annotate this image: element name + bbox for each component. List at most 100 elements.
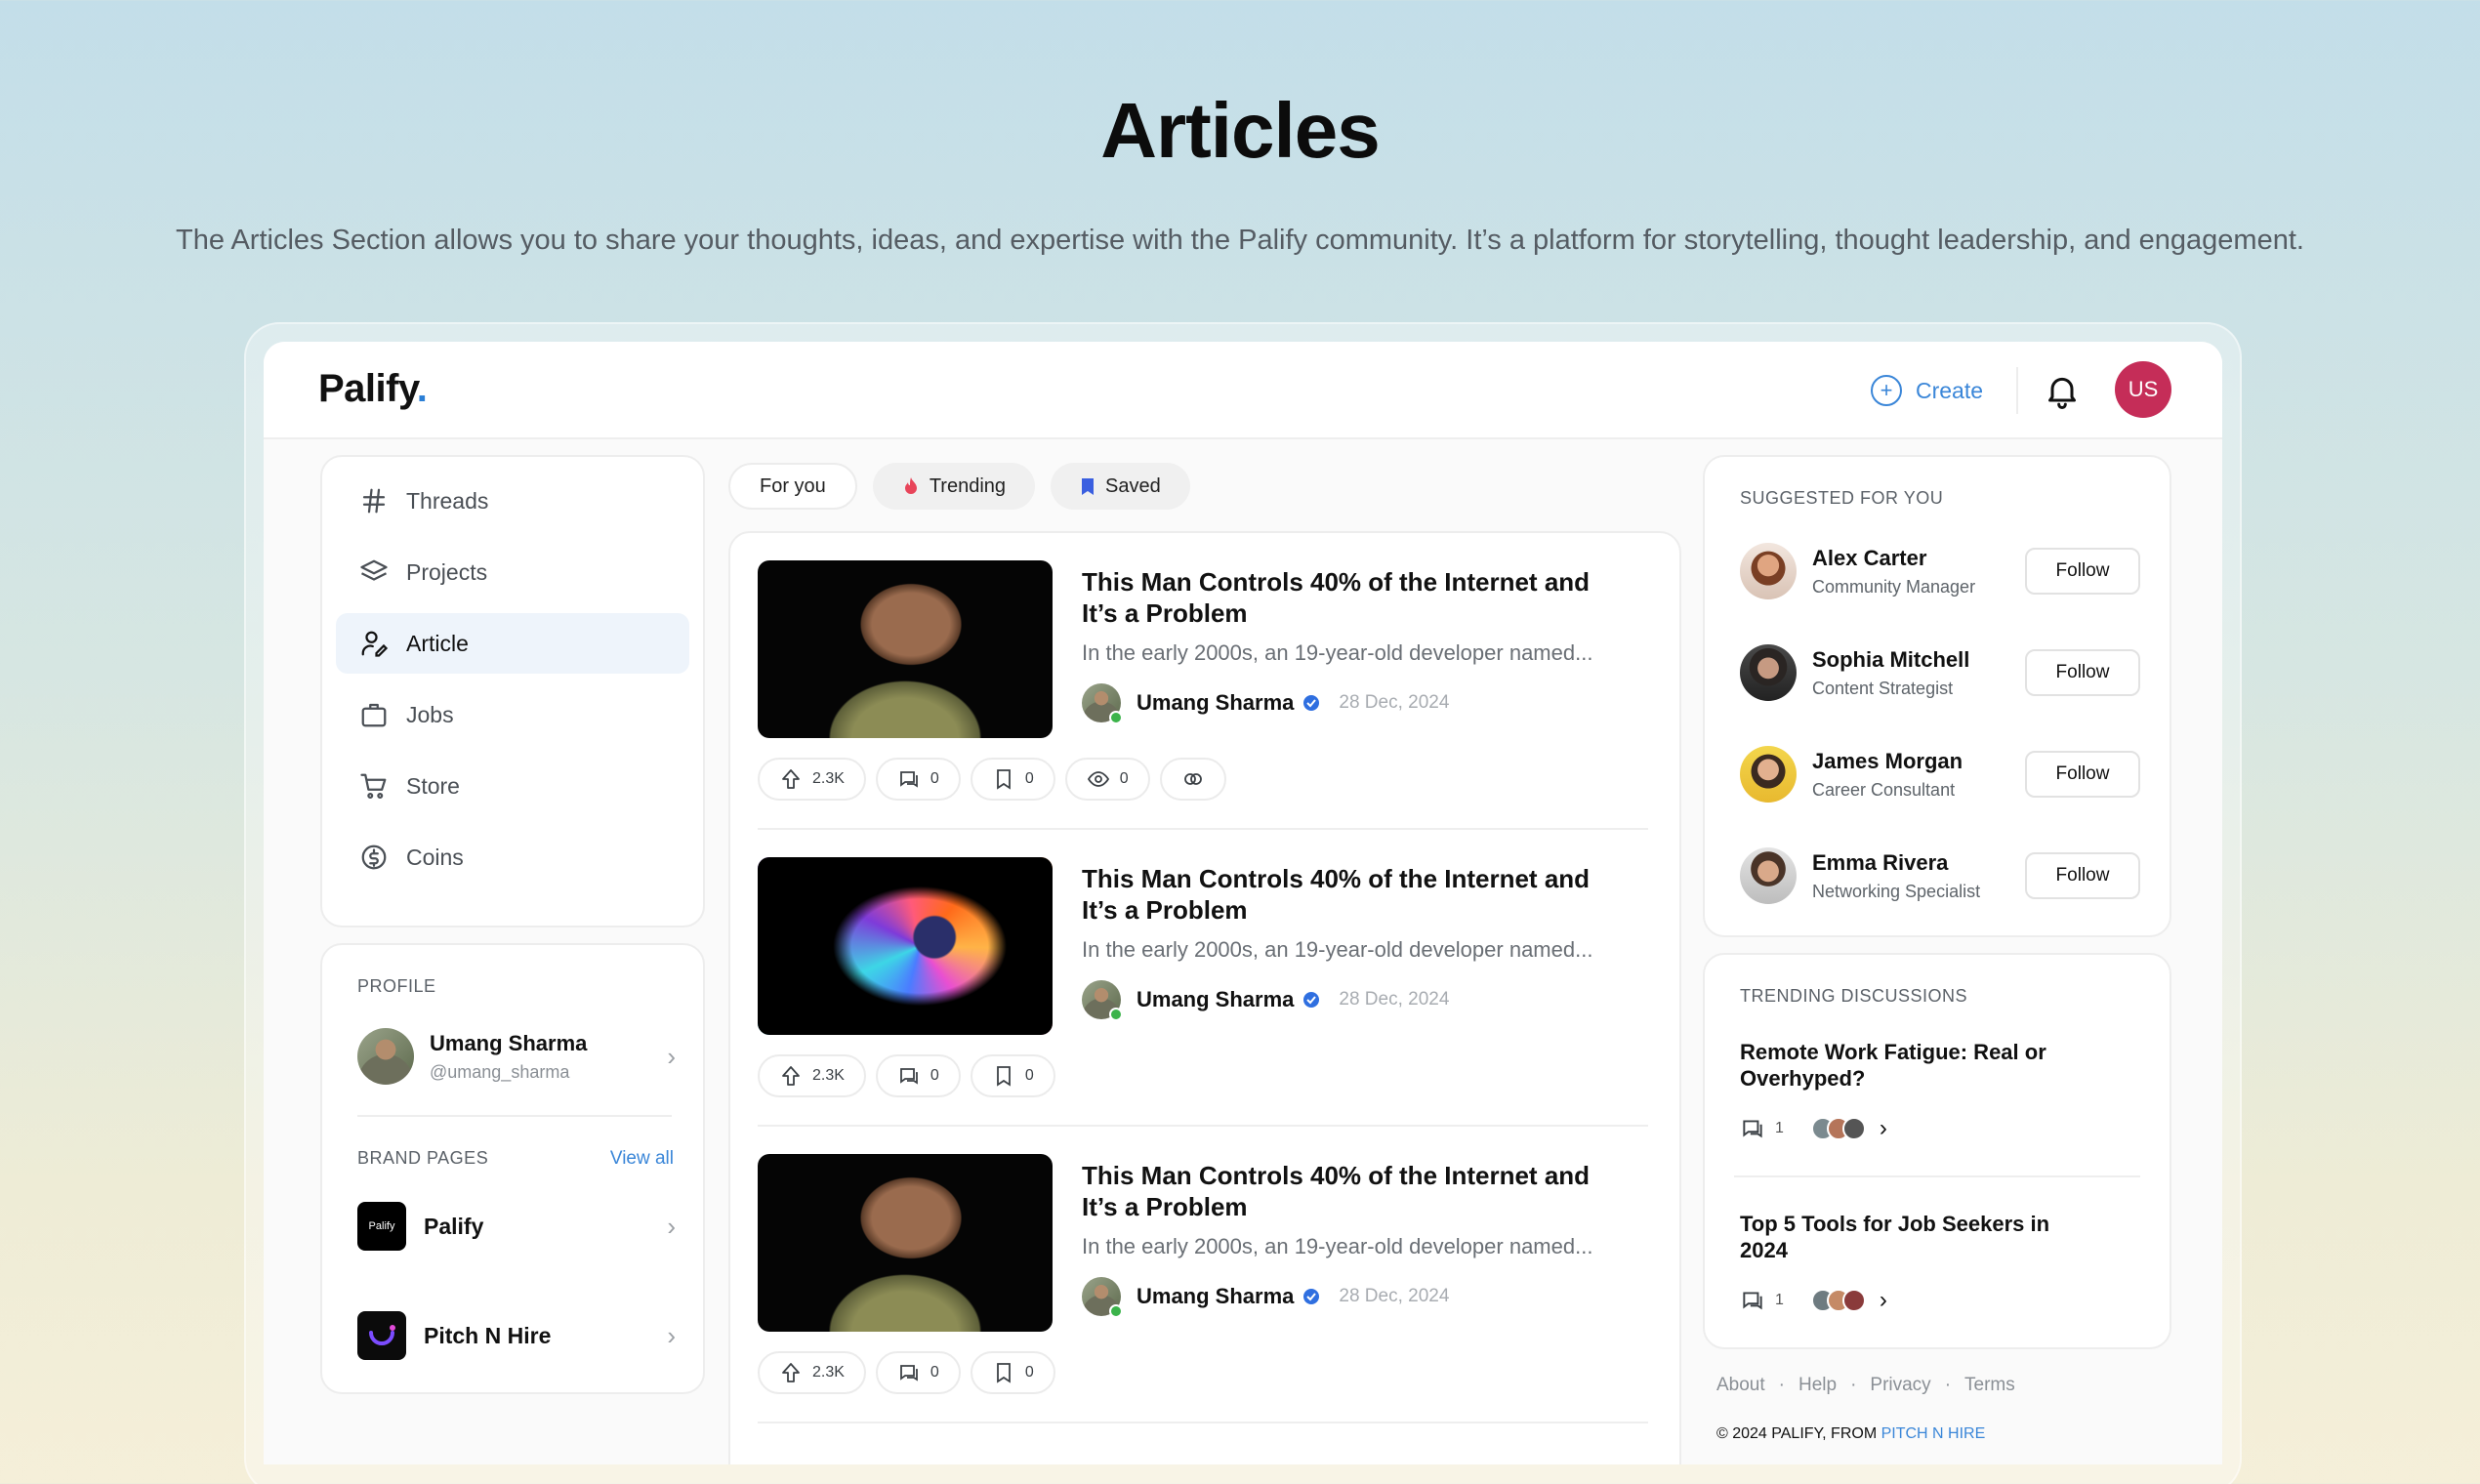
tab-trending[interactable]: Trending xyxy=(872,463,1036,510)
article-author[interactable]: Umang Sharma 28 Dec, 2024 xyxy=(1082,681,1449,724)
article-author[interactable]: Umang Sharma 28 Dec, 2024 xyxy=(1082,978,1449,1021)
comment-button[interactable]: 0 xyxy=(875,1351,961,1394)
pitch-n-hire-link[interactable]: PITCH N HIRE xyxy=(1881,1425,1986,1442)
sidebar-item-projects[interactable]: Projects xyxy=(336,542,689,602)
smile-logo-icon xyxy=(369,1325,395,1345)
article-thumbnail[interactable] xyxy=(758,560,1053,738)
footer-link-terms[interactable]: Terms xyxy=(1964,1375,2015,1396)
palify-logo[interactable]: Palify. xyxy=(318,367,428,411)
page-description: The Articles Section allows you to share… xyxy=(176,225,2304,256)
author-name: Umang Sharma xyxy=(1137,987,1295,1011)
avatar[interactable] xyxy=(1740,746,1797,803)
article-card[interactable]: This Man Controls 40% of the Internet an… xyxy=(758,533,1648,830)
copyright-text: © 2024 PALIFY, FROM xyxy=(1716,1425,1881,1442)
tab-for-you[interactable]: For you xyxy=(728,463,857,510)
online-indicator xyxy=(1109,711,1123,724)
sidebar-item-coins[interactable]: Coins xyxy=(336,827,689,887)
comment-icon xyxy=(900,771,918,788)
follow-button[interactable]: Follow xyxy=(2025,548,2140,595)
article-card[interactable]: This Man Controls 40% of the Internet an… xyxy=(758,830,1648,1127)
suggested-person: Sophia Mitchell Content Strategist Follow xyxy=(1740,639,2140,707)
hash-icon xyxy=(362,488,386,514)
separator: · xyxy=(1850,1375,1857,1395)
sidebar-item-threads[interactable]: Threads xyxy=(336,471,689,531)
author-name: Umang Sharma xyxy=(1137,690,1295,715)
online-indicator xyxy=(1109,1304,1123,1318)
profile-card: PROFILE Umang Sharma @umang_sharma › BRA… xyxy=(320,943,705,1394)
bookmark-icon xyxy=(996,1363,1011,1383)
save-button[interactable]: 0 xyxy=(970,758,1055,801)
footer-link-about[interactable]: About xyxy=(1716,1375,1765,1396)
tab-label: Saved xyxy=(1105,474,1161,497)
arrow-up-icon xyxy=(782,1363,800,1382)
upvote-button[interactable]: 2.3K xyxy=(758,1351,866,1394)
tab-label: Trending xyxy=(929,474,1007,497)
avatar[interactable] xyxy=(1740,543,1797,599)
article-excerpt: In the early 2000s, an 19-year-old devel… xyxy=(1082,937,1593,962)
app-window: Palify. + Create US Threads Projects Art… xyxy=(264,342,2222,1464)
avatar xyxy=(1841,1117,1866,1140)
article-thumbnail[interactable] xyxy=(758,857,1053,1035)
chevron-right-icon[interactable]: › xyxy=(1880,1115,1887,1142)
follow-button[interactable]: Follow xyxy=(2025,852,2140,899)
layers-icon xyxy=(360,559,388,581)
person-name[interactable]: Emma Rivera xyxy=(1812,850,1980,876)
article-actions: 2.3K 0 0 xyxy=(758,1054,1055,1097)
tab-saved[interactable]: Saved xyxy=(1051,463,1190,510)
sidebar-item-store[interactable]: Store xyxy=(336,756,689,816)
create-button[interactable]: + Create xyxy=(1871,371,1983,410)
sidebar-item-article[interactable]: Article xyxy=(336,613,689,674)
follow-button[interactable]: Follow xyxy=(2025,751,2140,798)
view-all-link[interactable]: View all xyxy=(610,1148,674,1170)
cart-icon xyxy=(360,773,387,799)
article-card[interactable]: This Man Controls 40% of the Internet an… xyxy=(758,1127,1648,1423)
chevron-right-icon[interactable]: › xyxy=(1880,1287,1887,1314)
bell-icon[interactable] xyxy=(2043,371,2082,410)
save-button[interactable]: 0 xyxy=(970,1351,1055,1394)
avatar xyxy=(357,1028,414,1085)
article-feed: This Man Controls 40% of the Internet an… xyxy=(728,531,1681,1464)
user-avatar[interactable]: US xyxy=(2115,361,2171,418)
article-author[interactable]: Umang Sharma 28 Dec, 2024 xyxy=(1082,1275,1449,1318)
person-name[interactable]: Sophia Mitchell xyxy=(1812,647,1969,673)
comment-icon xyxy=(900,1068,918,1085)
online-indicator xyxy=(1109,1008,1123,1021)
comment-button[interactable]: 0 xyxy=(875,758,961,801)
comment-icon xyxy=(1743,1120,1762,1138)
upvote-button[interactable]: 2.3K xyxy=(758,1054,866,1097)
sidebar-item-jobs[interactable]: Jobs xyxy=(336,684,689,745)
views-button[interactable]: 0 xyxy=(1064,758,1150,801)
share-link-button[interactable] xyxy=(1159,758,1226,801)
article-date: 28 Dec, 2024 xyxy=(1339,1286,1450,1306)
footer-link-help[interactable]: Help xyxy=(1798,1375,1837,1396)
article-thumbnail[interactable] xyxy=(758,1154,1053,1332)
brand-row-palify[interactable]: Palify Palify › xyxy=(357,1201,676,1252)
follow-button[interactable]: Follow xyxy=(2025,649,2140,696)
avatar[interactable] xyxy=(1740,847,1797,904)
suggested-person: James Morgan Career Consultant Follow xyxy=(1740,740,2140,808)
person-role: Community Manager xyxy=(1812,576,1976,597)
sidebar-item-label: Coins xyxy=(406,844,464,870)
fire-icon xyxy=(904,477,917,494)
footer-link-privacy[interactable]: Privacy xyxy=(1870,1375,1930,1396)
article-title[interactable]: This Man Controls 40% of the Internet an… xyxy=(1082,566,1629,629)
discussion-title[interactable]: Top 5 Tools for Job Seekers in 2024 xyxy=(1740,1211,2091,1263)
discussion-title[interactable]: Remote Work Fatigue: Real or Overhyped? xyxy=(1740,1039,2091,1092)
profile-row[interactable]: Umang Sharma @umang_sharma › xyxy=(357,1027,676,1086)
avatar[interactable] xyxy=(1740,644,1797,701)
article-title[interactable]: This Man Controls 40% of the Internet an… xyxy=(1082,863,1629,926)
person-name[interactable]: James Morgan xyxy=(1812,749,1963,774)
brand-name: Pitch N Hire xyxy=(424,1322,552,1348)
profile-handle: @umang_sharma xyxy=(430,1061,570,1082)
avatar xyxy=(1082,1277,1123,1318)
article-title[interactable]: This Man Controls 40% of the Internet an… xyxy=(1082,1160,1629,1222)
brand-row-pitch-n-hire[interactable]: Pitch N Hire › xyxy=(357,1310,676,1361)
person-name[interactable]: Alex Carter xyxy=(1812,546,1975,571)
view-count: 0 xyxy=(1119,770,1129,787)
upvote-button[interactable]: 2.3K xyxy=(758,758,866,801)
suggested-label: SUGGESTED FOR YOU xyxy=(1740,488,1944,508)
create-label: Create xyxy=(1916,377,1984,403)
save-button[interactable]: 0 xyxy=(970,1054,1055,1097)
comment-button[interactable]: 0 xyxy=(875,1054,961,1097)
sidebar-item-label: Store xyxy=(406,772,460,799)
